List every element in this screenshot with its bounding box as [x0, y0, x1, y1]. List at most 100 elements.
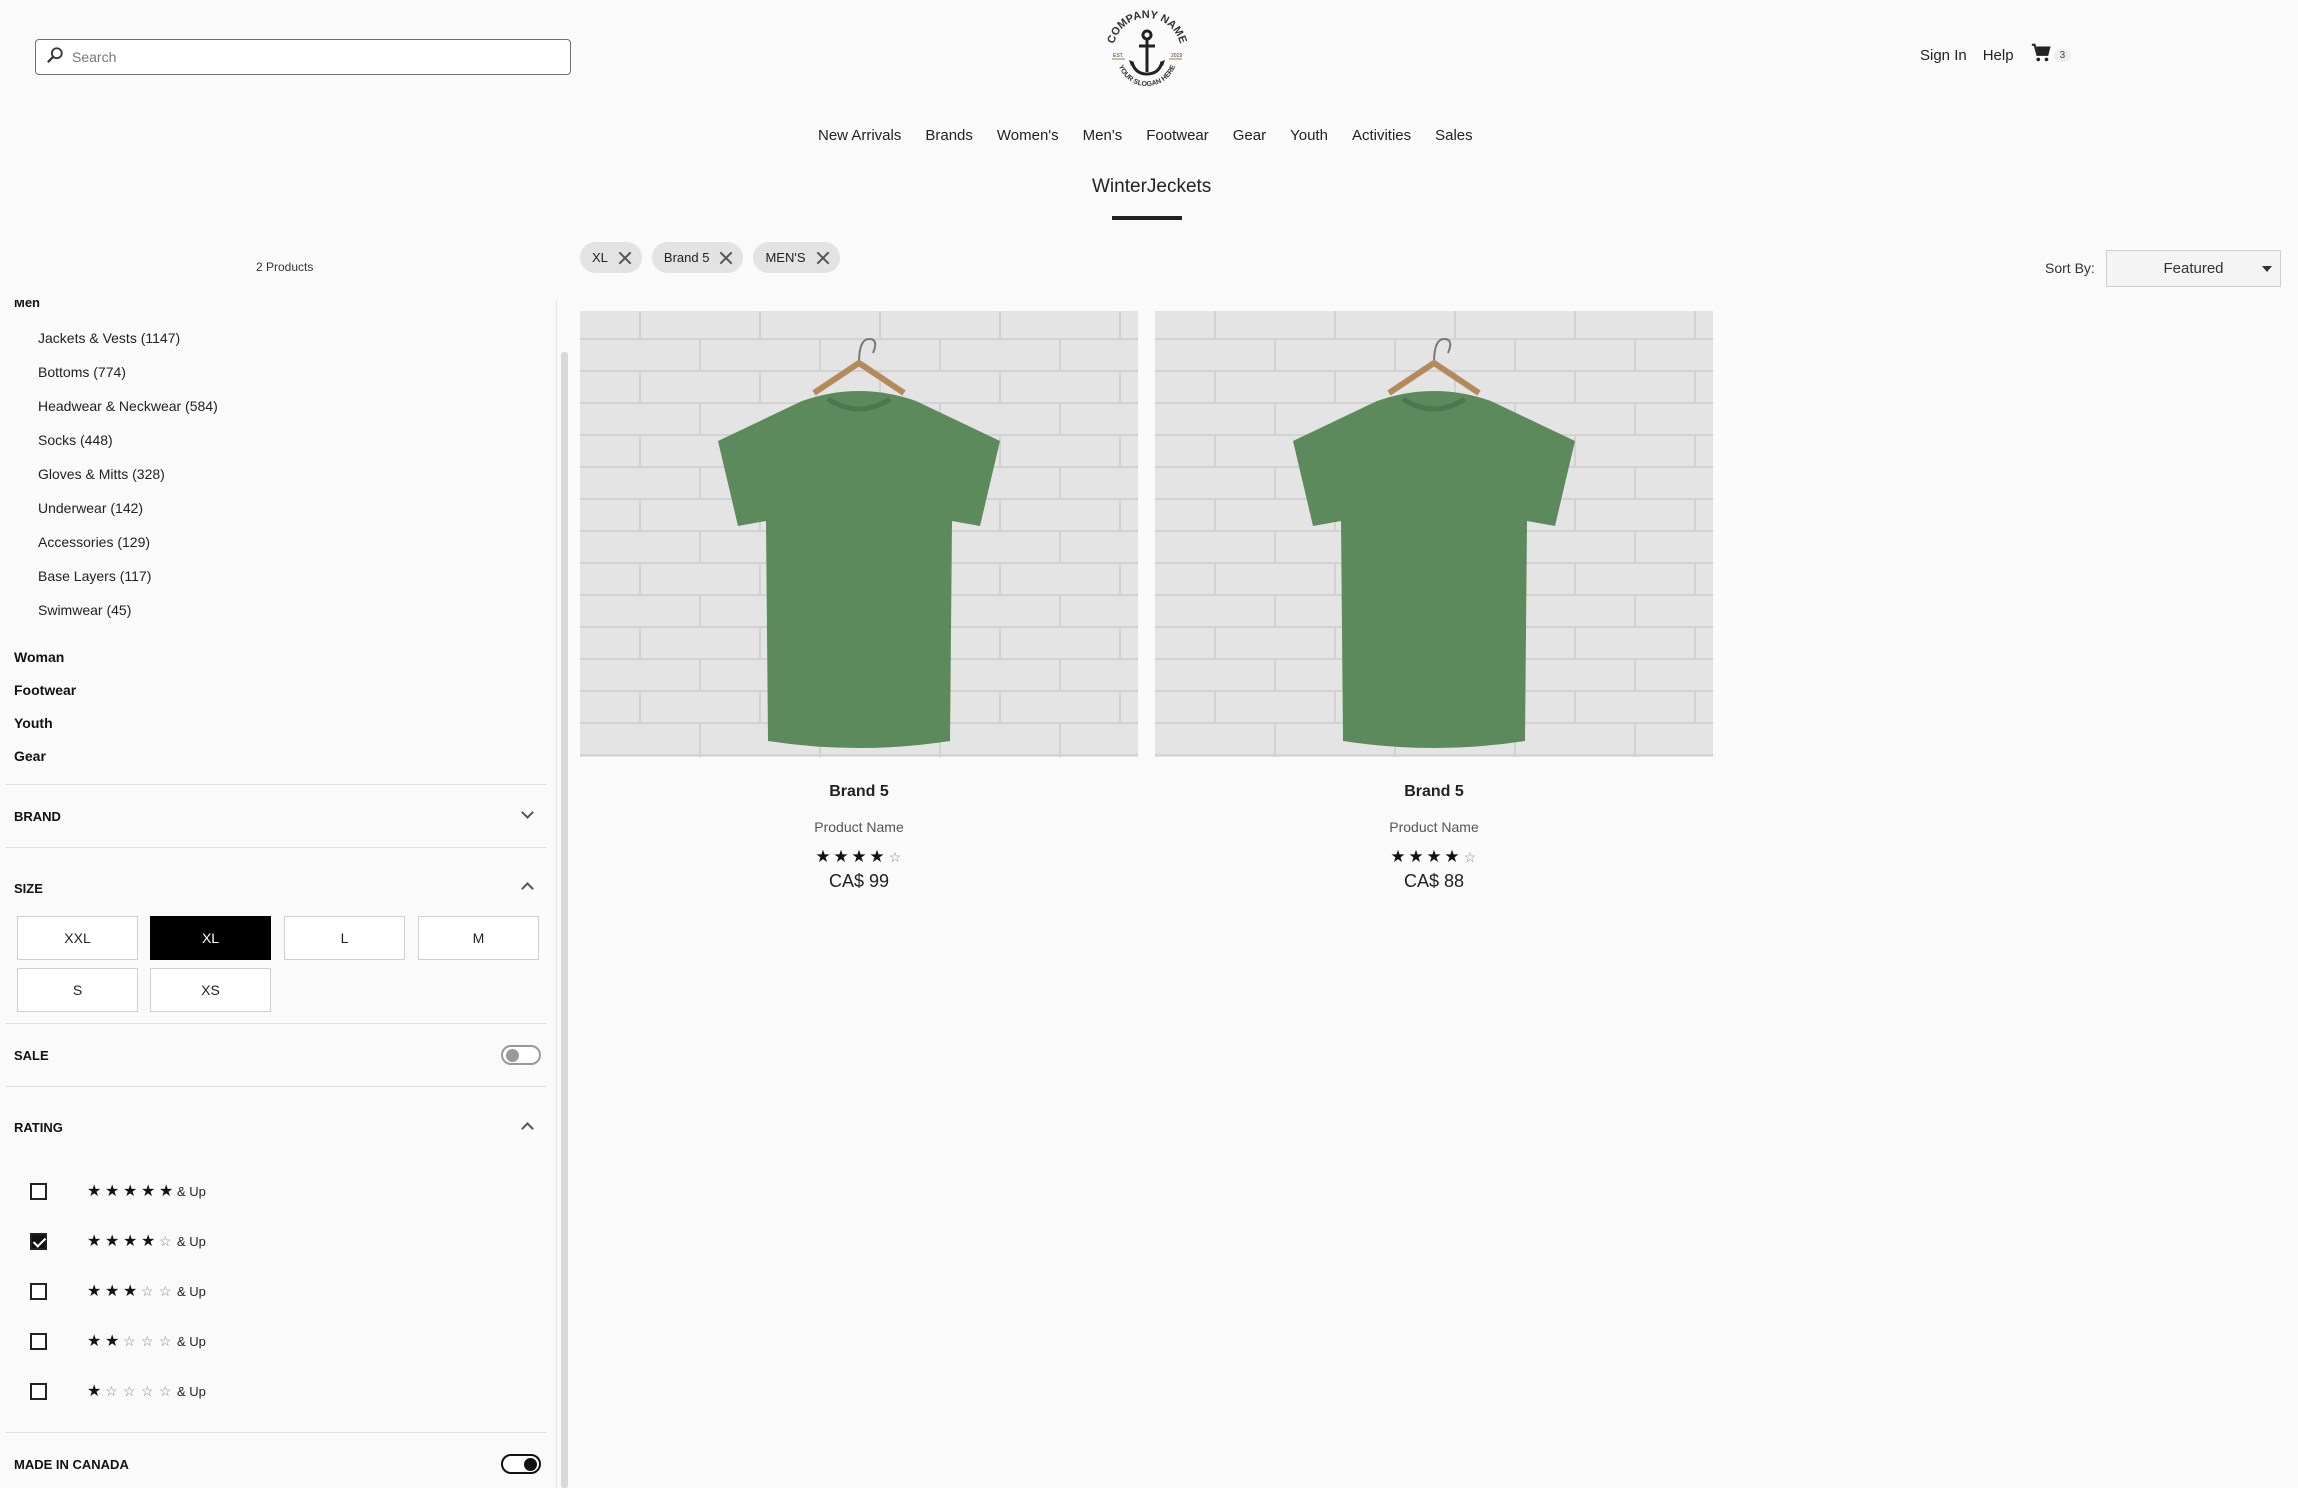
product-card[interactable]: Brand 5 Product Name ★ ★ ★ ★ ☆ CA$ 99 [580, 311, 1138, 892]
divider [6, 1432, 546, 1433]
subcategory-item[interactable]: Swimwear (45) [38, 602, 131, 618]
product-image[interactable] [1155, 311, 1713, 757]
rating-section-title[interactable]: RATING [14, 1120, 63, 1135]
help-link[interactable]: Help [1983, 47, 2014, 64]
rating-option-1[interactable]: ★ ☆ ☆ ☆ ☆ & Up [30, 1381, 206, 1401]
subcategory-item[interactable]: Base Layers (117) [38, 568, 151, 584]
close-icon[interactable] [816, 251, 830, 265]
nav-womens[interactable]: Women's [997, 127, 1059, 144]
made-in-canada-title: MADE IN CANADA [14, 1457, 129, 1472]
category-footwear[interactable]: Footwear [14, 682, 76, 698]
product-card[interactable]: Brand 5 Product Name ★ ★ ★ ★ ☆ CA$ 88 [1155, 311, 1713, 892]
star-outline-icon: ☆ [123, 1332, 136, 1349]
rating-option-5[interactable]: ★ ★ ★ ★ ★ & Up [30, 1181, 206, 1201]
rating-option-4[interactable]: ★ ★ ★ ★ ☆ & Up [30, 1231, 206, 1251]
search-bar[interactable] [35, 39, 571, 75]
nav-youth[interactable]: Youth [1290, 127, 1328, 144]
size-s-button[interactable]: S [17, 968, 138, 1012]
star-outline-icon: ☆ [141, 1332, 154, 1349]
rating-stars: ★ ★ ★ ★ ★ & Up [87, 1181, 206, 1201]
sort-select[interactable]: Featured [2106, 250, 2281, 287]
subcategory-item[interactable]: Gloves & Mitts (328) [38, 466, 165, 482]
made-in-canada-toggle[interactable] [501, 1454, 541, 1474]
rating-stars: ★ ★ ★ ★ ☆ & Up [87, 1231, 206, 1251]
star-icon: ★ [833, 847, 849, 866]
close-icon[interactable] [719, 251, 733, 265]
sign-in-link[interactable]: Sign In [1920, 47, 1967, 64]
nav-mens[interactable]: Men's [1083, 127, 1123, 144]
nav-new-arrivals[interactable]: New Arrivals [818, 127, 901, 144]
category-header[interactable]: Men [14, 300, 40, 310]
size-l-button[interactable]: L [284, 916, 405, 960]
product-name[interactable]: Product Name [580, 819, 1138, 835]
brand-section-title[interactable]: BRAND [14, 809, 61, 824]
product-name[interactable]: Product Name [1155, 819, 1713, 835]
subcategory-item[interactable]: Headwear & Neckwear (584) [38, 398, 218, 414]
rating-checkbox[interactable] [30, 1332, 47, 1350]
subcategory-item[interactable]: Underwear (142) [38, 500, 143, 516]
filter-chip-mens[interactable]: MEN'S [753, 242, 840, 273]
rating-checkbox[interactable] [30, 1382, 47, 1400]
cart-button[interactable]: 3 [2030, 42, 2072, 68]
size-xl-button[interactable]: XL [150, 916, 271, 960]
filter-chip-xl[interactable]: XL [580, 242, 642, 273]
divider [6, 847, 546, 848]
star-icon: ★ [141, 1233, 156, 1250]
sidebar-scrollbar[interactable] [561, 352, 568, 1488]
chevron-up-icon[interactable] [521, 882, 534, 895]
toggle-knob [506, 1049, 519, 1062]
product-rating: ★ ★ ★ ★ ☆ [580, 847, 1138, 867]
rating-checkbox[interactable] [30, 1232, 47, 1250]
size-xxl-button[interactable]: XXL [17, 916, 138, 960]
company-logo[interactable]: COMPANY NAME YOUR SLOGAN HERE EST. 2019 [1099, 4, 1195, 100]
chevron-up-icon[interactable] [521, 1122, 534, 1135]
star-icon: ★ [105, 1333, 120, 1350]
subcategory-item[interactable]: Socks (448) [38, 432, 113, 448]
product-rating: ★ ★ ★ ★ ☆ [1155, 847, 1713, 867]
size-xs-button[interactable]: XS [150, 968, 271, 1012]
cart-icon [2030, 42, 2052, 68]
subcategory-item[interactable]: Jackets & Vests (1147) [38, 330, 180, 346]
sort-label: Sort By: [2045, 260, 2095, 276]
sale-toggle[interactable] [501, 1045, 541, 1065]
category-gear[interactable]: Gear [14, 748, 46, 764]
star-icon: ★ [105, 1233, 120, 1250]
star-icon: ★ [869, 847, 885, 866]
nav-brands[interactable]: Brands [925, 127, 973, 144]
nav-gear[interactable]: Gear [1233, 127, 1266, 144]
star-icon: ★ [141, 1183, 156, 1200]
and-up-label: & Up [177, 1233, 206, 1249]
rating-option-2[interactable]: ★ ★ ☆ ☆ ☆ & Up [30, 1331, 206, 1351]
close-icon[interactable] [618, 251, 632, 265]
rating-stars: ★ ☆ ☆ ☆ ☆ & Up [87, 1381, 206, 1401]
svg-text:EST.: EST. [1113, 53, 1124, 59]
caret-down-icon [2262, 266, 2272, 272]
subcategory-item[interactable]: Accessories (129) [38, 534, 150, 550]
star-icon: ★ [1426, 847, 1442, 866]
product-image[interactable] [580, 311, 1138, 757]
star-icon: ★ [159, 1183, 174, 1200]
rating-option-3[interactable]: ★ ★ ★ ☆ ☆ & Up [30, 1281, 206, 1301]
nav-activities[interactable]: Activities [1352, 127, 1411, 144]
filter-chip-brand[interactable]: Brand 5 [651, 242, 744, 273]
nav-footwear[interactable]: Footwear [1146, 127, 1209, 144]
search-input[interactable] [72, 49, 552, 65]
rating-checkbox[interactable] [30, 1282, 47, 1300]
size-m-button[interactable]: M [418, 916, 539, 960]
nav-sales[interactable]: Sales [1435, 127, 1473, 144]
star-icon: ★ [87, 1233, 102, 1250]
chip-label: MEN'S [765, 250, 806, 265]
chevron-down-icon[interactable] [521, 806, 534, 819]
size-section-title[interactable]: SIZE [14, 881, 43, 896]
product-brand[interactable]: Brand 5 [580, 783, 1138, 801]
star-icon: ★ [123, 1283, 138, 1300]
divider [6, 1086, 546, 1087]
subcategory-item[interactable]: Bottoms (774) [38, 364, 126, 380]
product-brand[interactable]: Brand 5 [1155, 783, 1713, 801]
product-count: 2 Products [256, 260, 314, 274]
rating-checkbox[interactable] [30, 1182, 47, 1200]
category-youth[interactable]: Youth [14, 715, 53, 731]
star-icon: ★ [87, 1283, 102, 1300]
category-woman[interactable]: Woman [14, 649, 64, 665]
and-up-label: & Up [177, 1183, 206, 1199]
